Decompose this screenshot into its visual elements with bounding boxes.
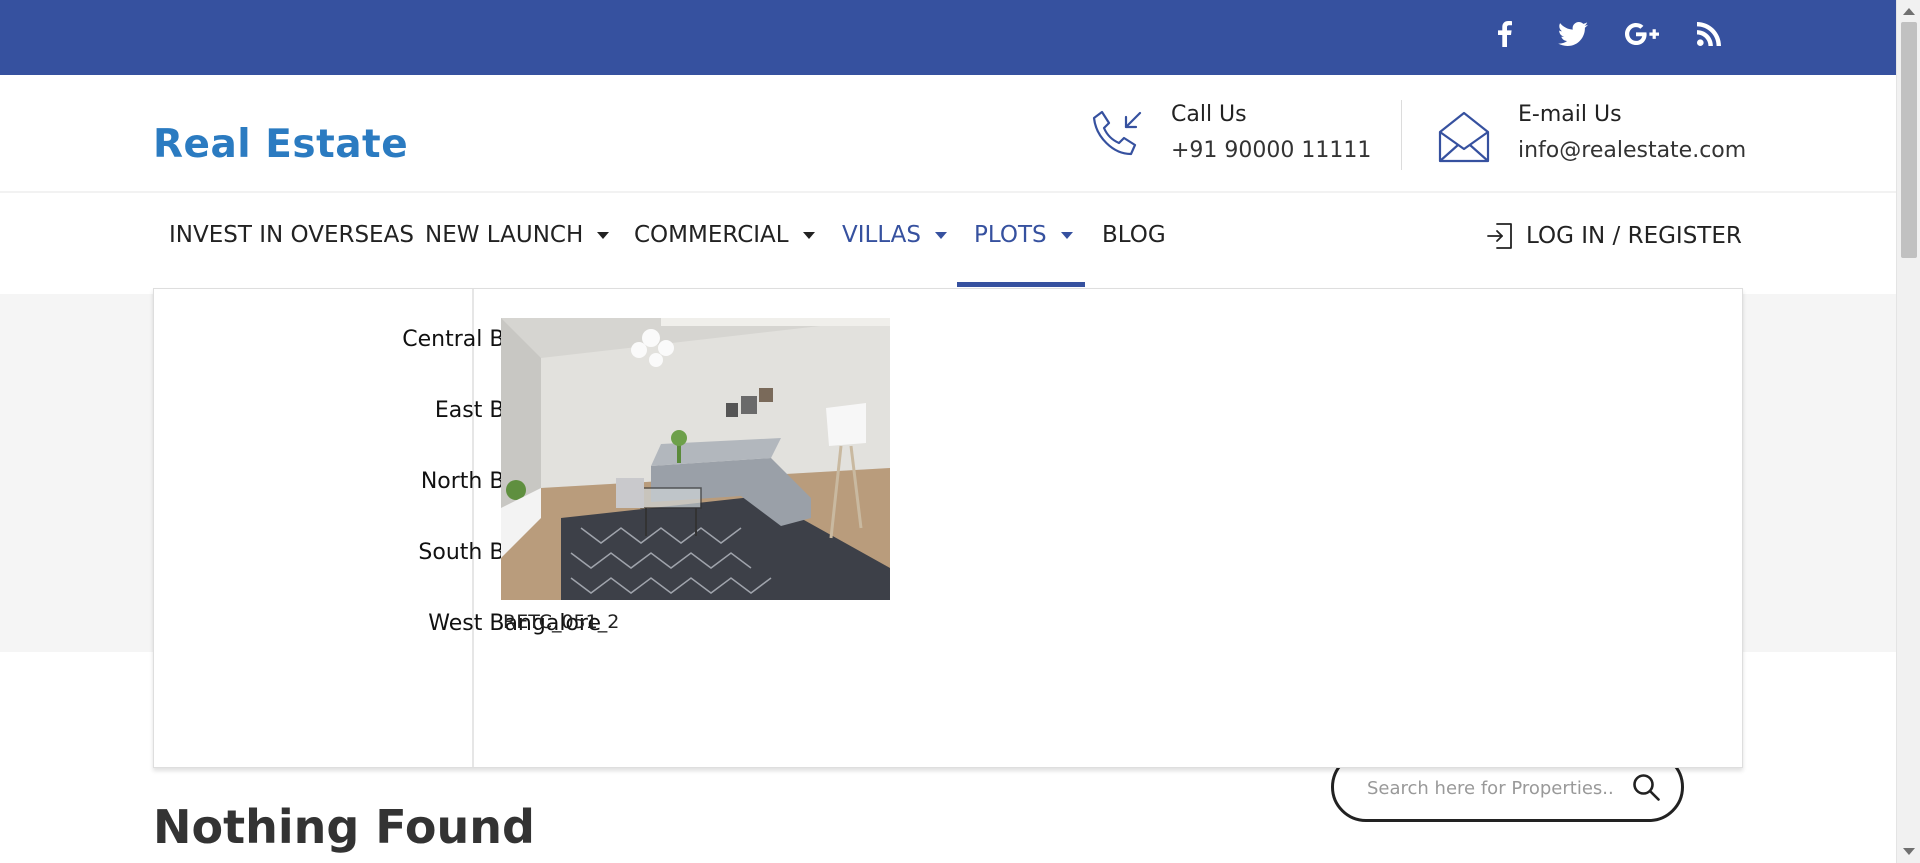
- featured-property-caption[interactable]: RETC_051_2: [503, 611, 619, 633]
- phone-incoming-icon: [1090, 108, 1146, 168]
- scroll-up-arrow-icon[interactable]: [1903, 8, 1915, 15]
- dropdown-column-divider: [472, 289, 474, 767]
- google-plus-icon[interactable]: [1622, 14, 1662, 54]
- nav-villas[interactable]: VILLAS: [842, 222, 948, 248]
- search-icon[interactable]: [1631, 772, 1661, 802]
- page-heading: Nothing Found: [153, 800, 535, 854]
- header-divider: [1401, 100, 1402, 170]
- scroll-down-arrow-icon[interactable]: [1903, 848, 1915, 855]
- twitter-icon[interactable]: [1555, 14, 1591, 54]
- nav-commercial[interactable]: COMMERCIAL: [634, 222, 815, 248]
- scrollbar-thumb[interactable]: [1901, 22, 1917, 258]
- caret-down-icon: [935, 231, 948, 239]
- active-nav-indicator: [957, 282, 1085, 287]
- email-address[interactable]: info@realestate.com: [1518, 138, 1746, 163]
- nav-invest-in-overseas[interactable]: INVEST IN OVERSEAS: [169, 222, 414, 248]
- caret-down-icon: [802, 231, 815, 239]
- page-scrollbar[interactable]: [1896, 0, 1920, 863]
- login-register-link[interactable]: LOG IN / REGISTER: [1486, 222, 1742, 250]
- call-us-number[interactable]: +91 90000 11111: [1171, 138, 1371, 163]
- nav-new-launch[interactable]: NEW LAUNCH: [425, 222, 610, 248]
- top-social-bar: [0, 0, 1896, 75]
- featured-property-image[interactable]: [501, 318, 890, 600]
- caret-down-icon: [1060, 231, 1073, 239]
- site-logo[interactable]: Real Estate: [153, 122, 408, 167]
- login-icon: [1487, 223, 1512, 249]
- rss-icon[interactable]: [1694, 14, 1724, 54]
- plots-dropdown-menu: Central Bangalore East Bangalore North B…: [153, 288, 1743, 768]
- call-us-label: Call Us: [1171, 102, 1247, 127]
- caret-down-icon: [597, 231, 610, 239]
- search-input[interactable]: [1367, 773, 1617, 803]
- facebook-icon[interactable]: [1490, 14, 1520, 54]
- nav-blog[interactable]: BLOG: [1102, 222, 1166, 248]
- email-us-label: E-mail Us: [1518, 102, 1622, 127]
- login-register-label: LOG IN / REGISTER: [1526, 223, 1742, 249]
- nav-plots[interactable]: PLOTS: [974, 222, 1073, 248]
- header-separator: [0, 191, 1896, 193]
- envelope-icon: [1437, 110, 1491, 168]
